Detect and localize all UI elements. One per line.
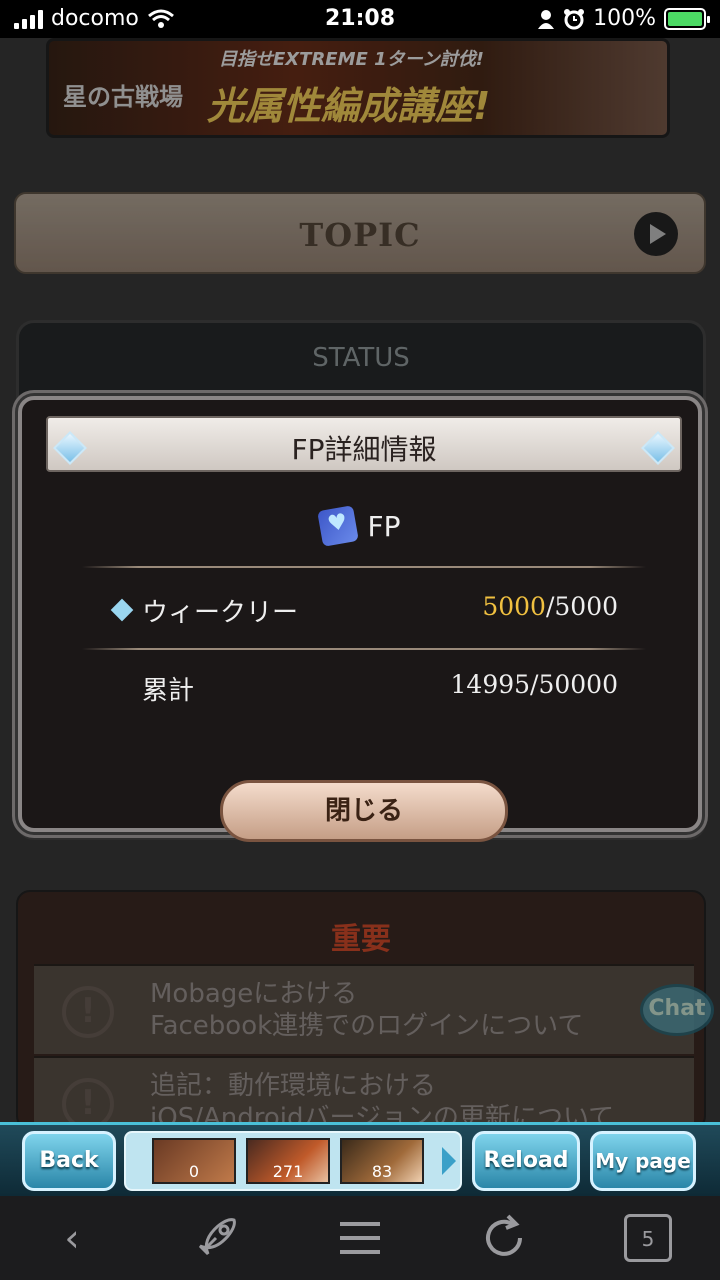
- divider: [82, 648, 646, 650]
- fp-detail-modal: FP詳細情報 FP ウィークリー 5000/5000 累計 14995/5000…: [18, 396, 702, 842]
- status-bar: docomo 21:08 100%: [0, 0, 720, 38]
- weekly-row: ウィークリー 5000/5000: [110, 592, 618, 632]
- game-view: 星の古戦場 目指せEXTREME 1ターン討伐! 光属性編成講座! TOPIC …: [0, 38, 720, 1128]
- divider: [82, 566, 646, 568]
- tab-count-button[interactable]: 5: [624, 1214, 672, 1262]
- total-label: 累計: [142, 676, 195, 706]
- battery-charging-icon: [664, 7, 710, 30]
- weekly-label: ウィークリー: [142, 598, 299, 628]
- diamond-bullet-icon: [110, 598, 134, 622]
- modal-title: FP詳細情報: [291, 433, 437, 466]
- thumbnail[interactable]: 271: [246, 1138, 330, 1184]
- fp-heart-icon: [316, 505, 359, 547]
- quest-thumbnails[interactable]: 0 271 83: [124, 1131, 462, 1191]
- alarm-icon: [564, 8, 585, 29]
- total-value: 14995/50000: [450, 670, 618, 699]
- back-button[interactable]: Back: [22, 1131, 116, 1191]
- person-icon: [538, 9, 555, 29]
- battery-percent: 100%: [593, 6, 656, 31]
- thumbnail[interactable]: 83: [340, 1138, 424, 1184]
- fp-label: FP: [367, 509, 401, 543]
- refresh-icon[interactable]: [476, 1210, 532, 1266]
- back-arrow-icon[interactable]: ‹: [44, 1210, 100, 1266]
- weekly-current: 5000: [482, 592, 546, 621]
- browser-toolbar: ‹ 5: [0, 1196, 720, 1280]
- chevron-right-icon[interactable]: [442, 1147, 456, 1175]
- total-row: 累計 14995/50000: [118, 670, 618, 710]
- modal-header: FP詳細情報: [46, 416, 682, 472]
- thumbnail[interactable]: 0: [152, 1138, 236, 1184]
- menu-icon[interactable]: [332, 1210, 388, 1266]
- reload-button[interactable]: Reload: [472, 1131, 580, 1191]
- close-button[interactable]: 閉じる: [220, 780, 508, 842]
- mypage-button[interactable]: My page: [590, 1131, 696, 1191]
- game-nav-bar: Back 0 271 83 Reload My page: [0, 1122, 720, 1196]
- weekly-max: /5000: [545, 592, 618, 621]
- rocket-icon[interactable]: [188, 1210, 244, 1266]
